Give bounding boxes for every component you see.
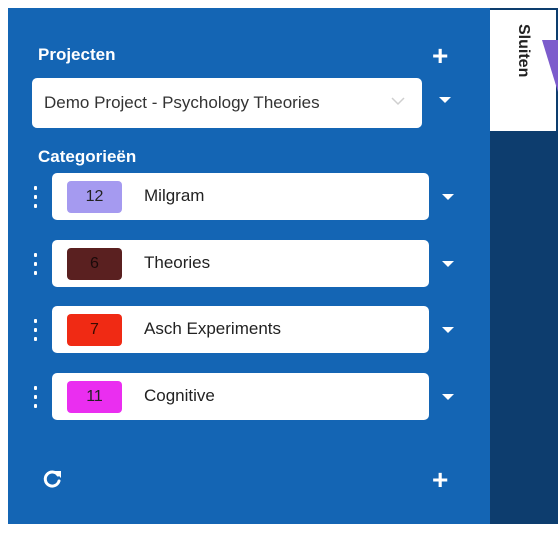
category-name: Cognitive xyxy=(144,386,215,405)
drag-handle-icon[interactable] xyxy=(32,253,38,275)
category-menu-caret-icon[interactable] xyxy=(442,394,454,400)
category-row: 6 Theories xyxy=(32,240,462,288)
category-name: Milgram xyxy=(144,186,205,205)
category-card[interactable]: 11 Cognitive xyxy=(52,373,429,420)
category-row: 11 Cognitive xyxy=(32,373,462,421)
category-count-badge: 12 xyxy=(67,181,122,213)
add-category-plus-icon[interactable]: + xyxy=(432,466,448,494)
category-row: 12 Milgram xyxy=(32,173,462,221)
category-card[interactable]: 7 Asch Experiments xyxy=(52,306,429,353)
project-select[interactable]: Demo Project - Psychology Theories xyxy=(32,78,422,128)
category-count-badge: 7 xyxy=(67,314,122,346)
project-select-value: Demo Project - Psychology Theories xyxy=(44,93,320,112)
drag-handle-icon[interactable] xyxy=(32,386,38,408)
categories-heading: Categorieën xyxy=(38,147,137,166)
category-card[interactable]: 6 Theories xyxy=(52,240,429,287)
category-row: 7 Asch Experiments xyxy=(32,306,462,354)
refresh-icon[interactable] xyxy=(41,468,63,490)
category-count-badge: 11 xyxy=(67,381,122,413)
category-menu-caret-icon[interactable] xyxy=(442,327,454,333)
category-count-badge: 6 xyxy=(67,248,122,280)
project-menu-caret-icon[interactable] xyxy=(439,97,451,103)
chevron-down-icon xyxy=(391,97,405,106)
add-project-plus-icon[interactable]: + xyxy=(432,42,448,70)
close-tab-label[interactable]: Sluiten xyxy=(514,24,532,77)
projects-heading: Projecten xyxy=(38,45,116,64)
drag-handle-icon[interactable] xyxy=(32,319,38,341)
drag-handle-icon[interactable] xyxy=(32,186,38,208)
category-name: Asch Experiments xyxy=(144,319,281,338)
category-card[interactable]: 12 Milgram xyxy=(52,173,429,220)
category-menu-caret-icon[interactable] xyxy=(442,261,454,267)
purple-corner-mark xyxy=(542,40,558,92)
bottom-edge xyxy=(8,524,558,536)
category-name: Theories xyxy=(144,253,211,272)
category-menu-caret-icon[interactable] xyxy=(442,194,454,200)
